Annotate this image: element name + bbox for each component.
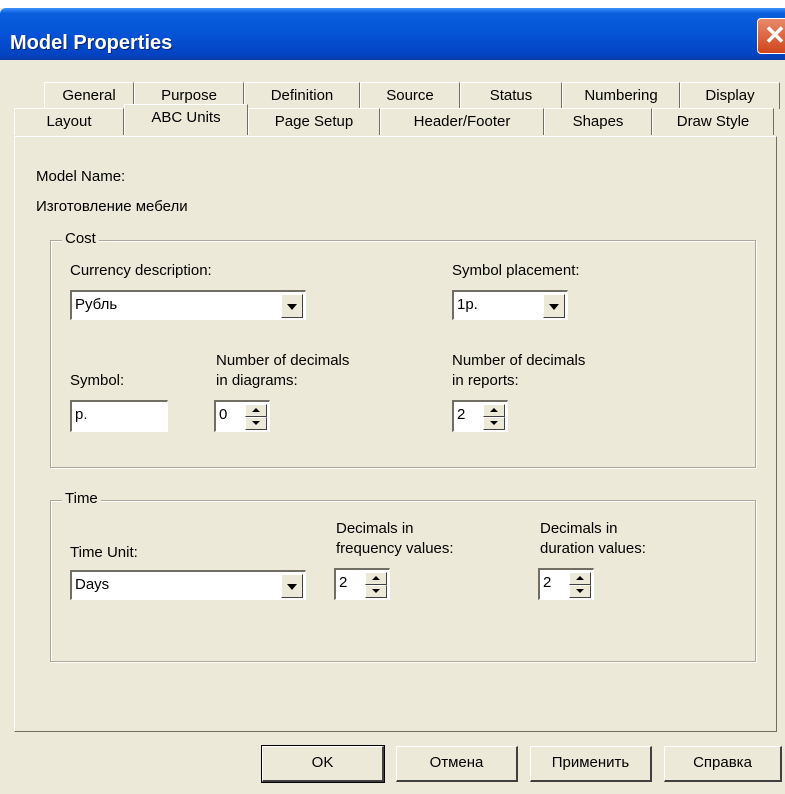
ok-button[interactable]: OK <box>261 745 385 783</box>
time-unit-value: Days <box>75 576 110 593</box>
spin-buttons[interactable] <box>483 404 505 430</box>
decimals-diagrams-value: 0 <box>219 406 228 423</box>
symbol-placement-value: 1р. <box>457 296 478 313</box>
symbol-label: Symbol: <box>70 372 125 389</box>
frequency-decimals-label-line1: Decimals in <box>336 520 414 537</box>
duration-decimals-label-line2: duration values: <box>540 540 646 557</box>
decimals-diagrams-label-line1: Number of decimals <box>216 352 350 369</box>
spin-up-icon[interactable] <box>365 572 387 585</box>
decimals-diagrams-label-line2: in diagrams: <box>216 372 298 389</box>
chevron-down-icon[interactable] <box>281 574 303 598</box>
spin-down-icon[interactable] <box>569 585 591 598</box>
spin-down-icon[interactable] <box>483 417 505 430</box>
tab-numbering[interactable]: Numbering <box>562 82 680 109</box>
tab-header-footer[interactable]: Header/Footer <box>380 108 544 135</box>
tab-display[interactable]: Display <box>680 82 780 109</box>
window-title: Model Properties <box>10 32 173 54</box>
time-unit-combo[interactable]: Days <box>70 570 306 600</box>
frequency-decimals-label-line2: frequency values: <box>336 540 454 557</box>
spin-up-icon[interactable] <box>245 404 267 417</box>
cancel-button[interactable]: Отмена <box>396 746 518 782</box>
chevron-down-icon[interactable] <box>281 294 303 318</box>
symbol-placement-label: Symbol placement: <box>452 262 580 279</box>
tab-definition[interactable]: Definition <box>244 82 360 109</box>
time-unit-label: Time Unit: <box>70 544 138 561</box>
currency-description-label: Currency description: <box>70 262 212 279</box>
tab-shapes[interactable]: Shapes <box>544 108 652 135</box>
time-group-label: Time <box>62 490 101 507</box>
decimals-diagrams-stepper[interactable]: 0 <box>214 400 270 432</box>
help-button[interactable]: Справка <box>664 746 782 782</box>
tab-layout[interactable]: Layout <box>14 108 124 135</box>
tab-page-setup[interactable]: Page Setup <box>248 108 380 135</box>
decimals-reports-stepper[interactable]: 2 <box>452 400 508 432</box>
duration-decimals-value: 2 <box>543 574 552 591</box>
model-name-label: Model Name: <box>36 168 126 185</box>
spin-up-icon[interactable] <box>483 404 505 417</box>
spin-buttons[interactable] <box>365 572 387 598</box>
spin-down-icon[interactable] <box>245 417 267 430</box>
chevron-down-icon[interactable] <box>543 294 565 318</box>
spin-down-icon[interactable] <box>365 585 387 598</box>
tab-draw-style[interactable]: Draw Style <box>652 108 774 135</box>
currency-description-combo[interactable]: Рубль <box>70 290 306 320</box>
apply-button[interactable]: Применить <box>530 746 652 782</box>
cost-group-label: Cost <box>62 230 99 247</box>
model-name-value: Изготовление мебели <box>36 198 188 215</box>
decimals-reports-label-line1: Number of decimals <box>452 352 586 369</box>
frequency-decimals-stepper[interactable]: 2 <box>334 568 390 600</box>
close-icon: ✕ <box>764 20 785 50</box>
tab-status[interactable]: Status <box>460 82 562 109</box>
title-bar[interactable]: Model Properties <box>0 8 785 60</box>
frequency-decimals-value: 2 <box>339 574 348 591</box>
spin-up-icon[interactable] <box>569 572 591 585</box>
symbol-input[interactable]: р. <box>70 400 168 432</box>
duration-decimals-label-line1: Decimals in <box>540 520 618 537</box>
spin-buttons[interactable] <box>245 404 267 430</box>
symbol-placement-combo[interactable]: 1р. <box>452 290 568 320</box>
duration-decimals-stepper[interactable]: 2 <box>538 568 594 600</box>
decimals-reports-value: 2 <box>457 406 466 423</box>
tab-source[interactable]: Source <box>360 82 460 109</box>
spin-buttons[interactable] <box>569 572 591 598</box>
symbol-value: р. <box>75 406 88 423</box>
currency-description-value: Рубль <box>75 296 118 313</box>
tab-general[interactable]: General <box>44 82 134 109</box>
decimals-reports-label-line2: in reports: <box>452 372 519 389</box>
close-button[interactable]: ✕ <box>757 18 785 54</box>
tab-abc-units[interactable]: ABC Units <box>124 104 248 135</box>
